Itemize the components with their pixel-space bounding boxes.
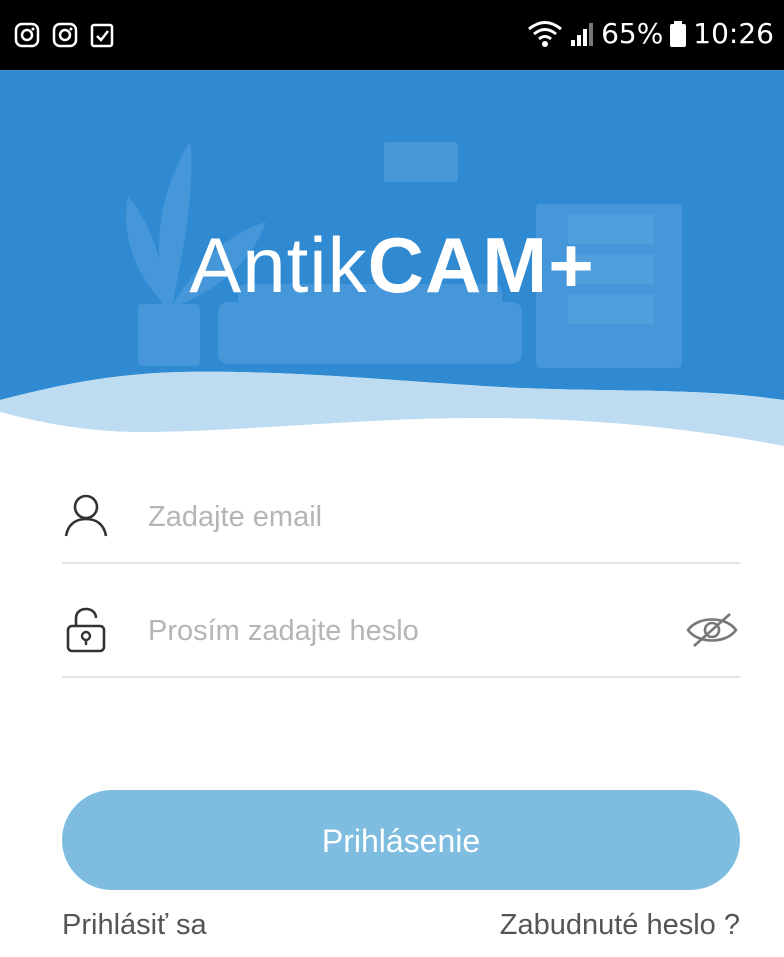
lock-icon (62, 606, 110, 654)
email-field-row (62, 472, 740, 564)
password-input[interactable] (148, 606, 648, 656)
password-field-row (62, 586, 740, 678)
eye-off-icon[interactable] (684, 610, 740, 650)
instagram-icon (52, 22, 78, 48)
signin-link[interactable]: Prihlásiť sa (62, 905, 207, 945)
checklist-icon (90, 22, 114, 48)
battery-icon (669, 20, 687, 48)
notification-icons (14, 22, 114, 48)
login-screen: 65% 10:26 AntikCAM+ Zadajte email Prihlá… (0, 0, 784, 957)
app-title-bold: CAM+ (367, 221, 595, 309)
clock: 10:26 (693, 17, 774, 50)
wifi-icon (527, 20, 563, 48)
app-title-regular: Antik (189, 221, 368, 309)
app-title: AntikCAM+ (0, 220, 784, 310)
header-banner: AntikCAM+ (0, 70, 784, 460)
forgot-password-link[interactable]: Zabudnuté heslo ? (500, 905, 740, 945)
battery-percent: 65% (601, 17, 664, 50)
status-bar: 65% 10:26 (0, 0, 784, 70)
user-icon (62, 492, 110, 540)
system-status: 65% 10:26 (527, 16, 774, 52)
instagram-icon (14, 22, 40, 48)
login-button[interactable]: Prihlásenie (62, 790, 740, 890)
signal-icon (569, 20, 595, 48)
email-input[interactable] (148, 492, 648, 542)
